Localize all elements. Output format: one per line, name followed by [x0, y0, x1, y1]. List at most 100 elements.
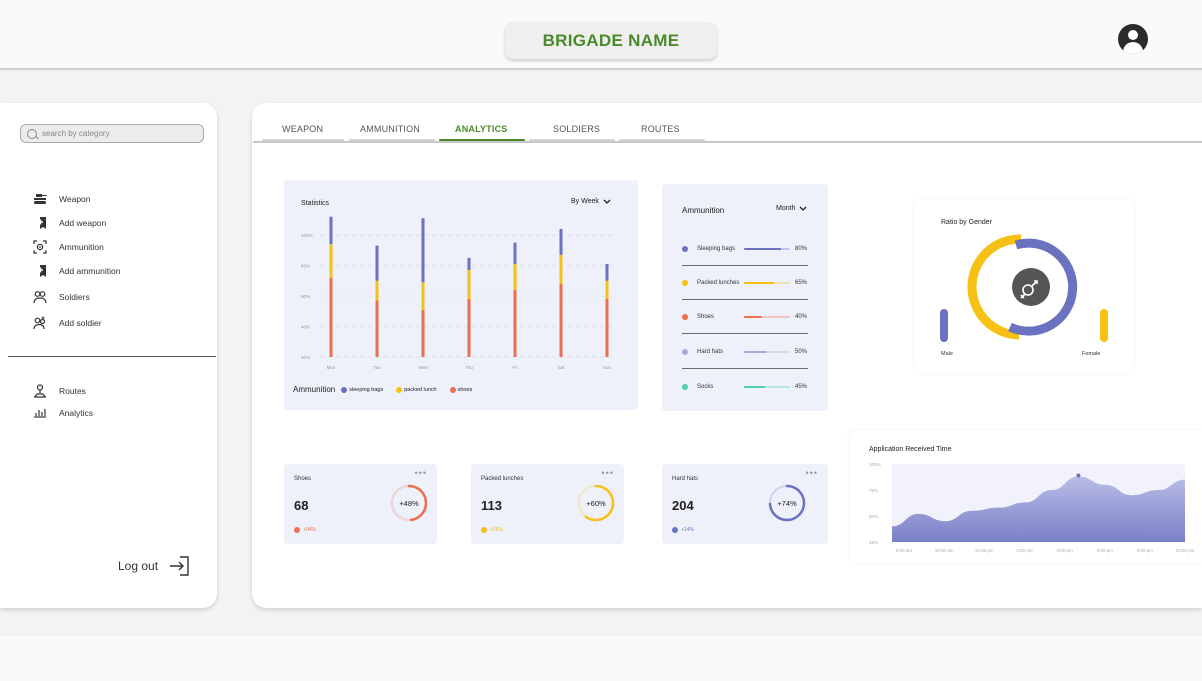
- y-tick-label: 100%: [301, 233, 313, 238]
- bar-segment: [513, 263, 517, 290]
- brand-title: BRIGADE NAME: [505, 22, 717, 59]
- x-tick-label: 4:00 pm: [1056, 548, 1073, 553]
- search-input[interactable]: search by category: [20, 124, 204, 143]
- y-tick-label: 40%: [301, 325, 310, 330]
- delta-arrow-icon: [481, 527, 487, 533]
- kpi-card-packed-lunches: ••• Packed lunches 113 +60% +06%: [471, 464, 624, 544]
- sidebar-item-label: Soldiers: [59, 292, 90, 302]
- sidebar-item-analytics[interactable]: Analytics: [33, 406, 93, 420]
- kpi-title: Shoes: [294, 476, 312, 482]
- ammunition-bar: [744, 316, 790, 318]
- sidebar-item-ammunition[interactable]: Ammunition: [33, 240, 104, 254]
- more-options-icon[interactable]: •••: [602, 468, 614, 478]
- sidebar-item-add-ammunition[interactable]: Add ammunition: [33, 264, 120, 278]
- footer-bar: [0, 636, 1202, 681]
- bar-segment: [513, 242, 517, 264]
- kpi-delta: +14%: [672, 527, 694, 533]
- user-avatar-icon[interactable]: [1118, 24, 1148, 54]
- logout-label: Log out: [118, 559, 159, 573]
- gender-ratio-card: Ratio by Gender Male Female: [914, 199, 1134, 373]
- tab-ammunition[interactable]: AMMUNITION: [360, 124, 420, 134]
- kpi-value: 68: [294, 498, 309, 513]
- analytics-icon: [34, 409, 46, 418]
- more-options-icon[interactable]: •••: [806, 468, 818, 478]
- application-time-card: Application Received Time 100% 75% 50% 25% 8…: [849, 430, 1202, 563]
- tab-weapon[interactable]: WEAPON: [282, 124, 323, 134]
- tab-routes[interactable]: ROUTES: [641, 124, 680, 134]
- bar-segment: [559, 228, 563, 255]
- ammunition-row-divider: [682, 368, 808, 369]
- sidebar-item-add-weapon[interactable]: Add weapon: [33, 216, 106, 230]
- bar-segment: [559, 283, 563, 357]
- search-icon: [27, 128, 37, 139]
- kpi-delta-text: +14%: [681, 527, 694, 533]
- ammunition-row: Shoes 40%: [682, 314, 807, 320]
- ammunition-row: Socks 45%: [682, 384, 807, 390]
- kpi-delta: +04%: [294, 527, 316, 533]
- bar-segment: [467, 257, 471, 271]
- logout-button[interactable]: Log out: [118, 555, 190, 577]
- legend-swatch: [341, 386, 348, 393]
- sidebar-item-weapon[interactable]: Weapon: [33, 192, 91, 206]
- sidebar: search by category Weapon Add weapon Amm…: [0, 103, 217, 608]
- ammunition-pct: 45%: [795, 384, 808, 390]
- x-tick-label: 10:00 am: [935, 548, 954, 553]
- sidebar-item-label: Analytics: [59, 408, 94, 418]
- ammunition-dot: [682, 280, 688, 286]
- bar-segment: [605, 299, 609, 357]
- people-icon: [33, 291, 47, 304]
- legend-label: shoes: [457, 386, 473, 393]
- x-tick-label: 12:00 pm: [975, 548, 994, 553]
- x-tick-label: 8:00 pm: [1137, 548, 1154, 553]
- legend-label: packed lunch: [404, 386, 437, 393]
- kpi-ring-label: +60%: [586, 498, 606, 508]
- ammunition-period-dropdown[interactable]: Month: [776, 205, 807, 212]
- ammunition-bar-fill: [744, 282, 774, 284]
- y-tick-label: 25%: [869, 540, 878, 545]
- more-options-icon[interactable]: •••: [415, 468, 427, 478]
- x-tick-label: 6:00 pm: [1097, 548, 1114, 553]
- bar-segment: [605, 280, 609, 300]
- ammunition-label: Packed lunches: [697, 280, 740, 286]
- tank-icon: [34, 194, 47, 204]
- add-person-icon: [33, 316, 46, 330]
- ammunition-title: Ammunition: [682, 206, 725, 215]
- legend-item: packed lunch: [396, 386, 437, 393]
- y-tick-label: 20%: [301, 355, 310, 360]
- x-tick-label: Tue: [373, 365, 381, 370]
- ammunition-label: Socks: [697, 384, 714, 390]
- tab-baseline: [253, 141, 1202, 143]
- target-icon: [33, 240, 47, 254]
- ammunition-row-divider: [682, 333, 808, 334]
- sidebar-item-routes[interactable]: Routes: [33, 384, 86, 398]
- gender-donut-chart: [940, 234, 1108, 342]
- application-time-area-chart: 100% 75% 50% 25% 8:00 am 10:00 am 12:00 pm 2:00…: [869, 462, 1195, 553]
- ammunition-bar: [744, 386, 790, 388]
- ammunition-card: Ammunition Month Sleeping bags 80% Packed …: [662, 184, 828, 411]
- ammunition-dot: [682, 384, 688, 390]
- sidebar-item-label: Routes: [59, 386, 86, 396]
- sidebar-item-soldiers[interactable]: Soldiers: [33, 290, 90, 304]
- sidebar-item-add-soldier[interactable]: Add soldier: [33, 316, 102, 330]
- bar-segment: [559, 254, 563, 284]
- y-tick-label: 75%: [869, 488, 878, 493]
- add-bookmark-icon: [34, 217, 46, 229]
- x-tick-label: Thu: [465, 365, 473, 370]
- x-tick-label: Wed: [418, 365, 428, 370]
- tab-analytics[interactable]: ANALYTICS: [455, 124, 507, 134]
- delta-arrow-icon: [672, 527, 678, 533]
- ammunition-bar-fill: [744, 351, 767, 353]
- male-bar: [940, 309, 948, 342]
- ammunition-bar: [744, 282, 790, 284]
- bar-segment: [329, 216, 333, 245]
- kpi-card-shoes: ••• Shoes 68 +48% +04%: [284, 464, 437, 544]
- kpi-delta-text: +04%: [303, 527, 316, 533]
- ammunition-label: Sleeping bags: [697, 246, 736, 252]
- bar-segment: [421, 218, 425, 283]
- sidebar-item-label: Ammunition: [59, 242, 104, 252]
- tab-soldiers[interactable]: SOLDIERS: [553, 124, 600, 134]
- ammunition-pct: 50%: [795, 349, 808, 355]
- peak-marker: [1076, 473, 1081, 478]
- kpi-delta: +06%: [481, 527, 503, 533]
- legend-swatch: [449, 386, 456, 393]
